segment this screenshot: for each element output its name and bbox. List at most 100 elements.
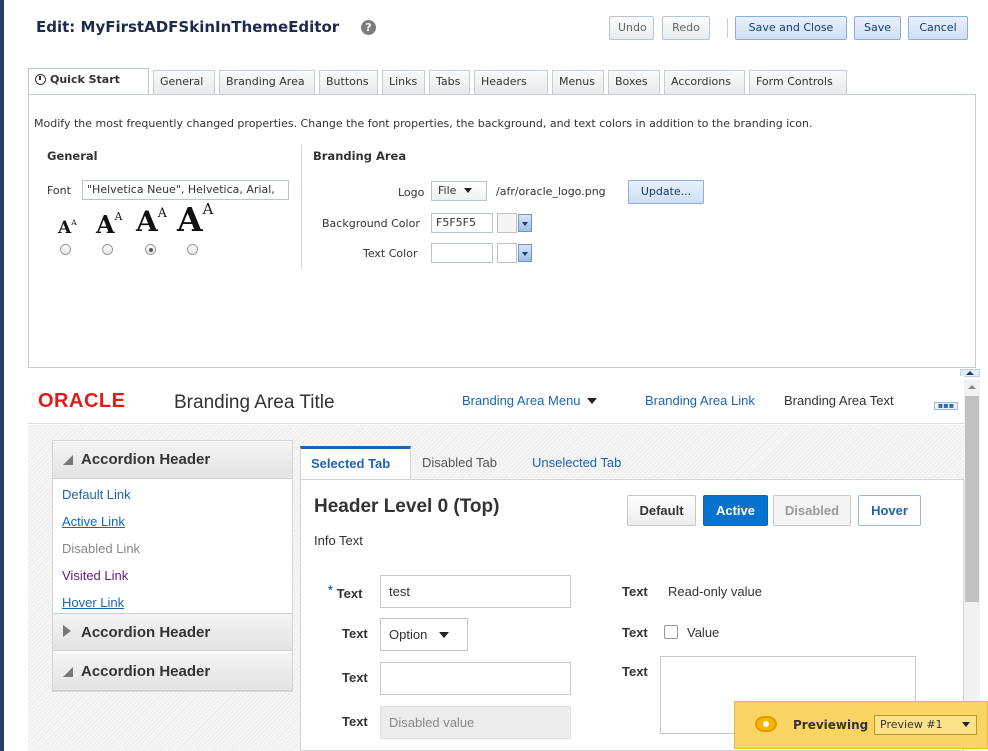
select-text-label: Text (342, 626, 368, 641)
expanded-triangle-icon (63, 455, 73, 465)
scroll-up-icon[interactable] (964, 380, 980, 394)
background-color-picker-button[interactable] (518, 214, 532, 232)
save-button[interactable]: Save (854, 16, 901, 40)
skin-preview: ORACLE Branding Area Title Branding Area… (28, 376, 964, 751)
branding-section-title: Branding Area (313, 149, 407, 163)
value-checkbox[interactable] (664, 625, 678, 639)
disabled-button: Disabled (773, 495, 851, 526)
tab-buttons[interactable]: Buttons (319, 70, 378, 94)
tab-branding-area[interactable]: Branding Area (219, 70, 315, 94)
font-size-radio-4[interactable] (187, 244, 198, 255)
text-color-input[interactable] (431, 243, 493, 263)
tab-links[interactable]: Links (382, 70, 425, 94)
previewing-label: Previewing (793, 718, 869, 732)
active-link[interactable]: Active Link (62, 514, 125, 529)
background-color-swatch (497, 213, 517, 233)
font-label: Font (47, 184, 71, 197)
font-size-large-icon: AA (136, 205, 167, 238)
section-divider (301, 145, 302, 269)
page-title: Edit: MyFirstADFSkinInThemeEditor (36, 18, 340, 36)
disabled-link: Disabled Link (62, 541, 141, 556)
text-color-swatch (497, 243, 517, 263)
font-size-radio-3[interactable] (145, 244, 156, 255)
active-button[interactable]: Active (703, 495, 768, 526)
header-level-0: Header Level 0 (Top) (314, 496, 500, 517)
visited-link[interactable]: Visited Link (62, 568, 128, 583)
previewing-banner: Previewing Preview #1 (734, 701, 988, 749)
option-select[interactable]: Option (380, 618, 468, 651)
checkbox-label: Value (687, 625, 720, 640)
hover-button[interactable]: Hover (858, 495, 921, 526)
required-text-label: * Text (328, 583, 363, 601)
save-and-close-button[interactable]: Save and Close (735, 16, 847, 40)
background-color-label: Background Color (322, 217, 420, 230)
accordion-header-expanded-2[interactable]: Accordion Header (53, 653, 292, 691)
disabled-text-input: Disabled value (380, 706, 571, 739)
textarea-text-label: Text (622, 664, 648, 679)
undo-button[interactable]: Undo (609, 16, 654, 40)
more-options-icon[interactable]: ▪▪▪ (934, 402, 958, 410)
description-text: Modify the most frequently changed prope… (34, 117, 813, 130)
tab-menus[interactable]: Menus (552, 70, 604, 94)
font-size-medium-icon: AA (96, 210, 123, 239)
branding-area-text: Branding Area Text (784, 393, 894, 408)
font-size-small-icon: AA (58, 218, 77, 238)
accordion-header-collapsed[interactable]: Accordion Header (53, 613, 292, 651)
tab-general[interactable]: General (153, 70, 215, 94)
tab-accordions[interactable]: Accordions (664, 70, 745, 94)
font-size-radio-1[interactable] (60, 244, 71, 255)
empty-text-input[interactable] (380, 662, 571, 695)
default-button[interactable]: Default (627, 495, 696, 526)
redo-button[interactable]: Redo (662, 16, 710, 40)
tab-quick-start[interactable]: Quick Start (28, 68, 149, 94)
stopwatch-icon (35, 74, 46, 85)
text-color-picker-button[interactable] (518, 244, 532, 262)
toolbar-separator (727, 18, 728, 38)
preview-chevron-down-icon (962, 722, 970, 727)
readonly-text-label: Text (622, 584, 648, 599)
font-size-xlarge-icon: AA (177, 200, 214, 239)
branding-area-menu[interactable]: Branding Area Menu (462, 393, 597, 408)
logo-type-select[interactable]: File (431, 181, 487, 201)
branding-area-title: Branding Area Title (174, 392, 335, 413)
left-edge-bar (0, 0, 4, 751)
preview-branding-bar: ORACLE Branding Area Title Branding Area… (28, 376, 964, 424)
info-text: Info Text (314, 533, 363, 548)
scrollbar-thumb[interactable] (965, 396, 979, 602)
tab-headers[interactable]: Headers (474, 70, 548, 94)
background-color-input[interactable]: F5F5F5 (431, 213, 493, 233)
expanded-triangle-icon (63, 667, 73, 677)
select-chevron-down-icon (439, 632, 450, 638)
menu-chevron-down-icon (586, 398, 597, 404)
readonly-value: Read-only value (668, 584, 762, 599)
help-icon[interactable]: ? (361, 20, 376, 35)
default-link[interactable]: Default Link (62, 487, 131, 502)
logo-label: Logo (398, 186, 425, 199)
checkbox-text-label: Text (622, 625, 648, 640)
general-section-title: General (47, 149, 98, 163)
branding-area-link[interactable]: Branding Area Link (645, 393, 755, 408)
tab-tabs[interactable]: Tabs (429, 70, 470, 94)
cancel-button[interactable]: Cancel (908, 16, 968, 40)
disabled-tab: Disabled Tab (422, 455, 497, 470)
text-input[interactable]: test (380, 575, 571, 608)
logo-path: /afr/oracle_logo.png (496, 185, 606, 198)
unselected-tab[interactable]: Unselected Tab (522, 446, 631, 479)
empty-text-label: Text (342, 670, 368, 685)
preview-select[interactable]: Preview #1 (874, 715, 977, 735)
oracle-logo: ORACLE (38, 390, 126, 412)
tab-boxes[interactable]: Boxes (608, 70, 660, 94)
font-family-input[interactable]: "Helvetica Neue", Helvetica, Arial, (82, 180, 289, 200)
preview-accordion: Accordion Header Default Link Active Lin… (52, 440, 293, 692)
tab-form-controls[interactable]: Form Controls (749, 70, 847, 94)
selected-tab[interactable]: Selected Tab (300, 446, 411, 480)
eye-icon (755, 716, 777, 732)
accordion-header-expanded[interactable]: Accordion Header (53, 441, 292, 479)
update-logo-button[interactable]: Update... (628, 180, 704, 204)
collapsed-triangle-icon (63, 625, 71, 637)
disabled-text-label: Text (342, 714, 368, 729)
hover-link[interactable]: Hover Link (62, 595, 124, 610)
font-size-radio-2[interactable] (102, 244, 113, 255)
chevron-down-icon (464, 188, 473, 193)
text-color-label: Text Color (363, 247, 418, 260)
